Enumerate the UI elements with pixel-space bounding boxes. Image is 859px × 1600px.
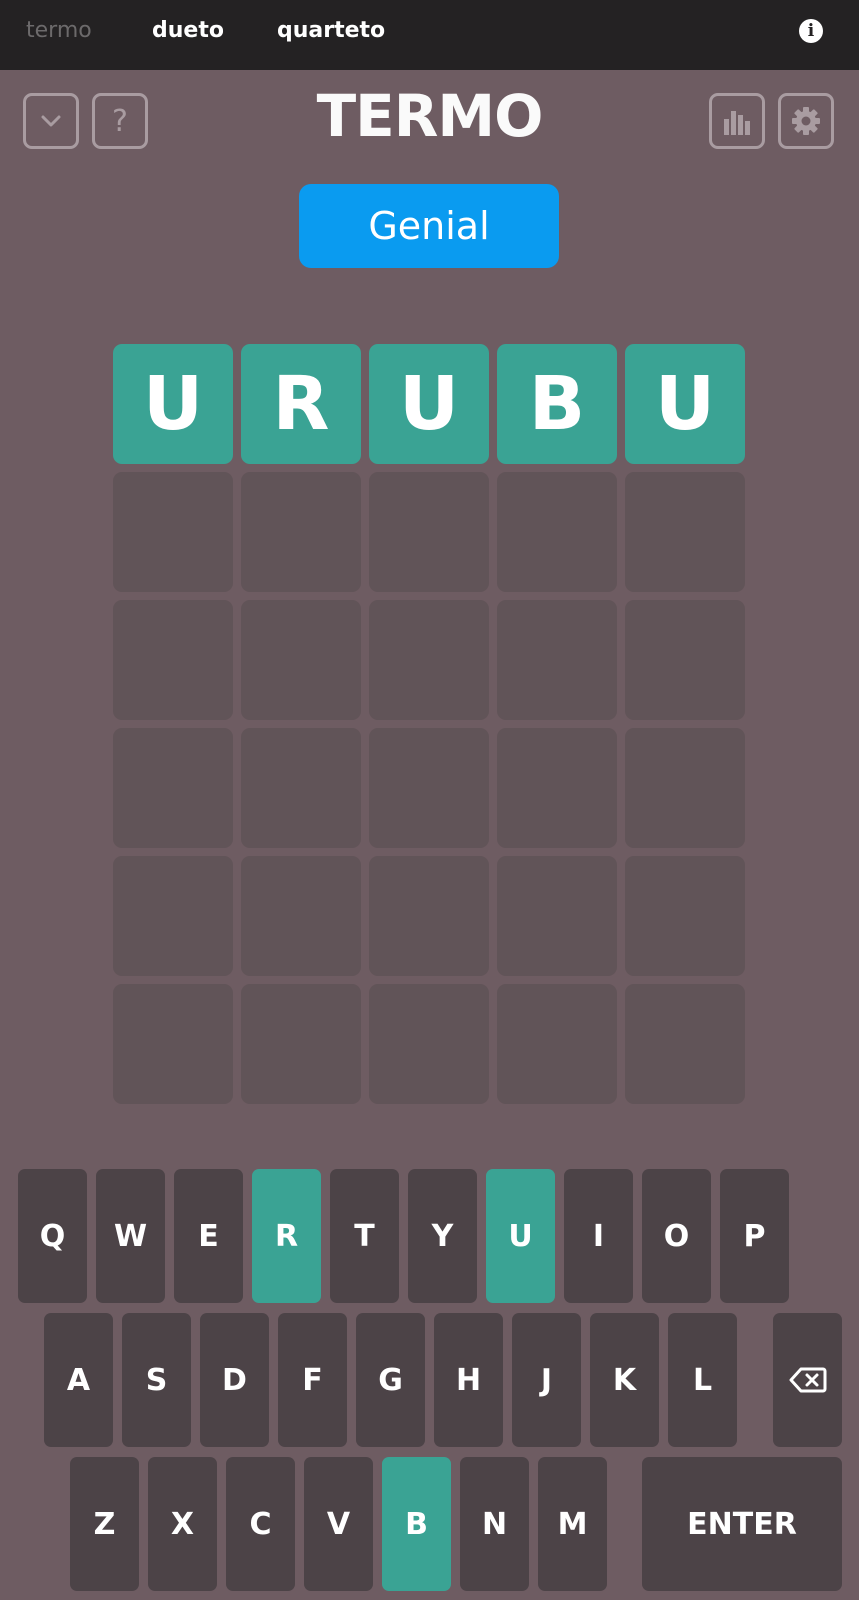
letter-tile	[369, 856, 489, 976]
key-k[interactable]: K	[590, 1313, 659, 1447]
board-row	[113, 856, 747, 976]
letter-tile	[369, 728, 489, 848]
key-r[interactable]: R	[252, 1169, 321, 1303]
key-t[interactable]: T	[330, 1169, 399, 1303]
letter-tile	[113, 856, 233, 976]
key-h[interactable]: H	[434, 1313, 503, 1447]
key-w[interactable]: W	[96, 1169, 165, 1303]
key-a[interactable]: A	[44, 1313, 113, 1447]
board-row	[113, 600, 747, 720]
letter-tile: R	[241, 344, 361, 464]
key-i[interactable]: I	[564, 1169, 633, 1303]
settings-button[interactable]	[778, 93, 834, 149]
letter-tile	[113, 984, 233, 1104]
key-f[interactable]: F	[278, 1313, 347, 1447]
board-row	[113, 472, 747, 592]
key-u[interactable]: U	[486, 1169, 555, 1303]
letter-tile	[625, 984, 745, 1104]
key-l[interactable]: L	[668, 1313, 737, 1447]
key-j[interactable]: J	[512, 1313, 581, 1447]
gear-icon	[792, 107, 820, 135]
letter-tile	[625, 600, 745, 720]
key-g[interactable]: G	[356, 1313, 425, 1447]
letter-tile	[497, 600, 617, 720]
letter-tile	[113, 728, 233, 848]
letter-tile	[625, 856, 745, 976]
letter-tile: U	[625, 344, 745, 464]
letter-tile	[625, 472, 745, 592]
bar-chart-icon	[724, 111, 750, 135]
key-z[interactable]: Z	[70, 1457, 139, 1591]
nav-dueto[interactable]: dueto	[152, 18, 224, 43]
letter-tile	[241, 600, 361, 720]
letter-tile	[369, 600, 489, 720]
key-e[interactable]: E	[174, 1169, 243, 1303]
letter-tile	[241, 984, 361, 1104]
key-n[interactable]: N	[460, 1457, 529, 1591]
nav-quarteto[interactable]: quarteto	[277, 18, 385, 43]
stats-button[interactable]	[709, 93, 765, 149]
key-x[interactable]: X	[148, 1457, 217, 1591]
backspace-icon	[789, 1367, 826, 1393]
letter-tile: B	[497, 344, 617, 464]
board-row	[113, 728, 747, 848]
key-b[interactable]: B	[382, 1457, 451, 1591]
board-row	[113, 984, 747, 1104]
letter-tile	[497, 856, 617, 976]
letter-tile	[113, 472, 233, 592]
key-v[interactable]: V	[304, 1457, 373, 1591]
letter-tile: U	[113, 344, 233, 464]
nav-termo[interactable]: termo	[26, 18, 92, 43]
letter-tile	[497, 728, 617, 848]
key-y[interactable]: Y	[408, 1169, 477, 1303]
key-s[interactable]: S	[122, 1313, 191, 1447]
letter-tile	[497, 984, 617, 1104]
top-nav-bar: termo dueto quarteto i	[0, 0, 859, 70]
game-board: URUBU	[113, 344, 747, 1112]
board-row: URUBU	[113, 344, 747, 464]
key-q[interactable]: Q	[18, 1169, 87, 1303]
letter-tile	[369, 472, 489, 592]
letter-tile	[369, 984, 489, 1104]
key-m[interactable]: M	[538, 1457, 607, 1591]
letter-tile	[241, 472, 361, 592]
key-p[interactable]: P	[720, 1169, 789, 1303]
letter-tile	[497, 472, 617, 592]
letter-tile	[625, 728, 745, 848]
key-d[interactable]: D	[200, 1313, 269, 1447]
info-icon[interactable]: i	[799, 19, 823, 43]
key-o[interactable]: O	[642, 1169, 711, 1303]
enter-key[interactable]: ENTER	[642, 1457, 842, 1591]
letter-tile	[241, 728, 361, 848]
key-c[interactable]: C	[226, 1457, 295, 1591]
toast-message: Genial	[299, 184, 559, 268]
backspace-key[interactable]	[773, 1313, 842, 1447]
letter-tile: U	[369, 344, 489, 464]
letter-tile	[113, 600, 233, 720]
letter-tile	[241, 856, 361, 976]
